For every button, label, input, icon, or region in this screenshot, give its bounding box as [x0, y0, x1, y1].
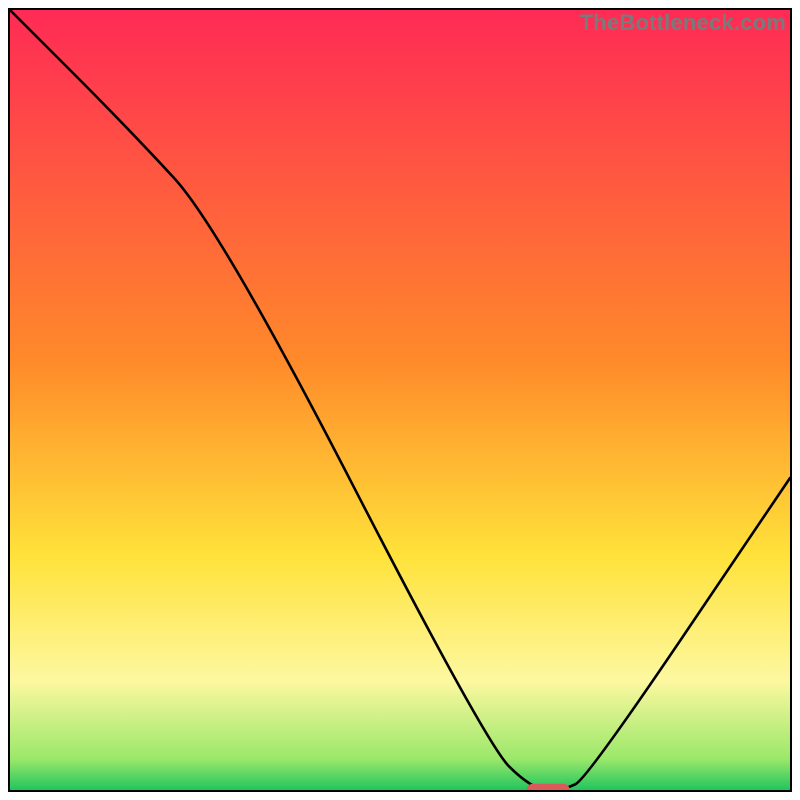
optimum-marker: [527, 784, 570, 790]
bottleneck-chart: [10, 10, 790, 790]
chart-frame: [8, 8, 792, 792]
watermark-text: TheBottleneck.com: [580, 10, 786, 36]
